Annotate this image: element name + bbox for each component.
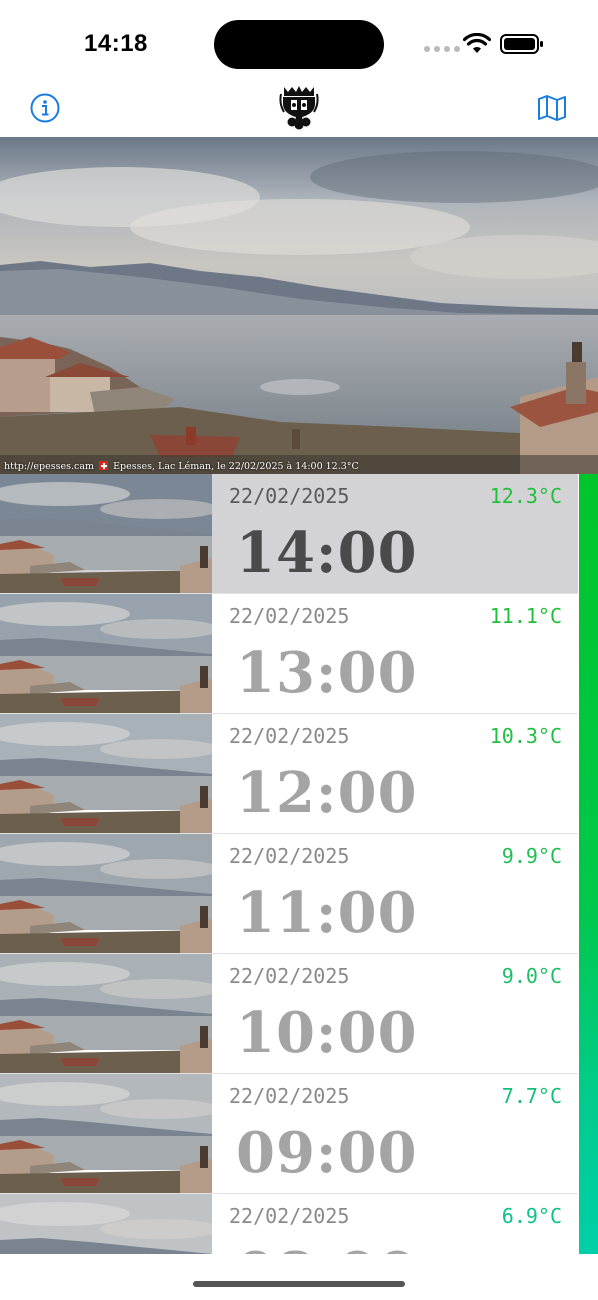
row-date: 22/02/2025 bbox=[229, 724, 350, 748]
row-time: 10:00 bbox=[236, 1000, 418, 1066]
row-date: 22/02/2025 bbox=[229, 604, 350, 628]
webcam-thumbnail bbox=[0, 834, 212, 953]
row-time: 09:00 bbox=[236, 1120, 418, 1186]
row-temperature: 9.9°C bbox=[501, 844, 562, 868]
row-date: 22/02/2025 bbox=[229, 844, 350, 868]
row-time: 08:00 bbox=[236, 1240, 417, 1254]
list-item[interactable]: 22/02/2025 11.1°C 13:00 bbox=[0, 594, 578, 714]
row-time: 12:00 bbox=[236, 760, 418, 826]
battery-icon bbox=[500, 34, 543, 54]
webcam-thumbnail bbox=[0, 594, 212, 713]
dynamic-island bbox=[214, 20, 384, 69]
status-bar: 14:18 bbox=[0, 0, 598, 84]
list-item[interactable]: 22/02/2025 9.9°C 11:00 bbox=[0, 834, 578, 954]
info-circle-icon[interactable] bbox=[29, 92, 61, 124]
webcam-caption: http://epesses.cam Epesses, Lac Léman, l… bbox=[4, 461, 359, 472]
row-date: 22/02/2025 bbox=[229, 1204, 350, 1228]
status-time: 14:18 bbox=[84, 30, 148, 57]
list-item[interactable]: 22/02/2025 12.3°C 14:00 bbox=[0, 474, 578, 594]
webcam-thumbnail bbox=[0, 1194, 212, 1254]
webcam-thumbnail bbox=[0, 1074, 212, 1193]
list-item[interactable]: 22/02/2025 10.3°C 12:00 bbox=[0, 714, 578, 834]
hourly-webcam-list[interactable]: 22/02/2025 12.3°C 14:00 22/02/2025 11.1°… bbox=[0, 474, 578, 1254]
list-item[interactable]: 22/02/2025 6.9°C 08:00 bbox=[0, 1194, 578, 1254]
webcam-thumbnail bbox=[0, 474, 212, 593]
row-temperature: 9.0°C bbox=[501, 964, 562, 988]
row-temperature: 11.1°C bbox=[489, 604, 562, 628]
row-date: 22/02/2025 bbox=[229, 484, 350, 508]
webcam-hero-image[interactable]: http://epesses.cam Epesses, Lac Léman, l… bbox=[0, 137, 598, 474]
row-time: 11:00 bbox=[236, 880, 418, 946]
row-time: 14:00 bbox=[236, 520, 418, 586]
row-temperature: 12.3°C bbox=[489, 484, 562, 508]
row-temperature: 6.9°C bbox=[501, 1204, 562, 1228]
row-time: 13:00 bbox=[236, 640, 418, 706]
webcam-site-link: http://epesses.cam bbox=[4, 461, 95, 472]
list-item[interactable]: 22/02/2025 7.7°C 09:00 bbox=[0, 1074, 578, 1194]
swiss-flag-icon bbox=[99, 461, 109, 470]
webcam-landscape-image bbox=[0, 137, 598, 474]
webcam-thumbnail bbox=[0, 714, 212, 833]
map-icon[interactable] bbox=[536, 92, 568, 124]
home-indicator[interactable] bbox=[193, 1281, 405, 1287]
coat-of-arms-logo bbox=[279, 86, 319, 130]
cellular-signal-icon bbox=[424, 46, 460, 52]
temperature-gradient-bar bbox=[579, 474, 598, 1254]
nav-bar bbox=[0, 84, 598, 136]
webcam-caption-text: Epesses, Lac Léman, le 22/02/2025 à 14:0… bbox=[113, 461, 359, 472]
row-date: 22/02/2025 bbox=[229, 964, 350, 988]
webcam-thumbnail bbox=[0, 954, 212, 1073]
row-date: 22/02/2025 bbox=[229, 1084, 350, 1108]
wifi-icon bbox=[463, 33, 491, 53]
list-item[interactable]: 22/02/2025 9.0°C 10:00 bbox=[0, 954, 578, 1074]
row-temperature: 7.7°C bbox=[501, 1084, 562, 1108]
row-temperature: 10.3°C bbox=[489, 724, 562, 748]
